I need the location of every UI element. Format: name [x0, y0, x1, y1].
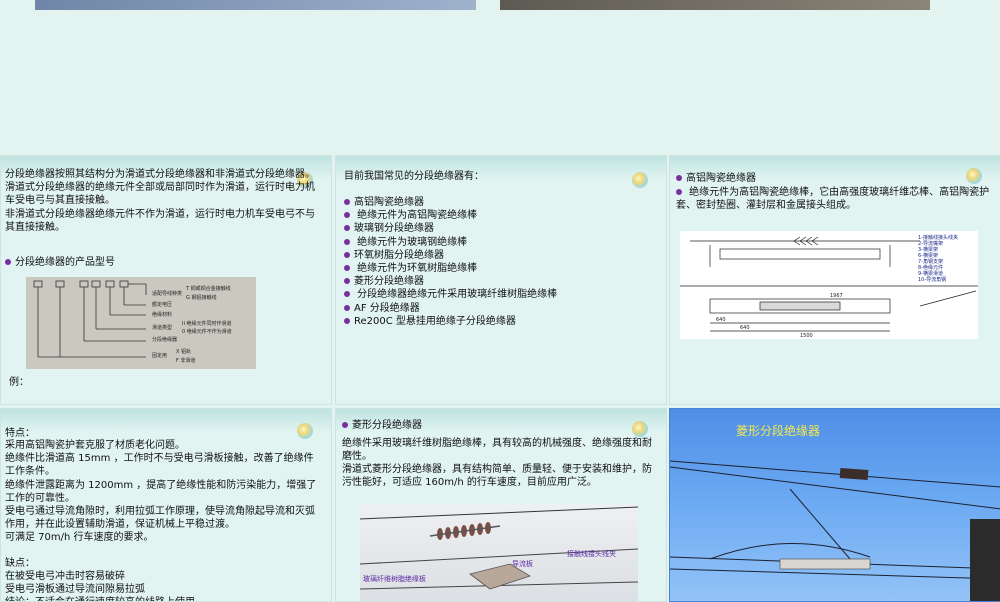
slide-title: 高铝陶瓷绝缘器	[676, 172, 996, 185]
slide-desc: 绝缘元件为高铝陶瓷绝缘棒，它由高强度玻璃纤维芯棒、高铝陶瓷护套、密封垫圈、灌封层…	[676, 187, 990, 212]
slide-1[interactable]: 分段绝缘器按照其结构分为滑道式分段绝缘器和非滑道式分段绝缘器。 滑道式分段绝缘器…	[0, 155, 332, 405]
svg-text:X 铝轨: X 铝轨	[176, 348, 191, 355]
bullet-icon	[342, 422, 348, 428]
top-photo-right	[500, 0, 930, 10]
svg-text:6-横梁架: 6-横梁架	[918, 252, 938, 259]
bullet-icon	[676, 175, 682, 181]
svg-text:滑道类型: 滑道类型	[152, 324, 172, 331]
example-label: 例：	[9, 377, 29, 388]
svg-text:II 绝缘元件同时作滑道: II 绝缘元件同时作滑道	[182, 320, 232, 327]
list-item: 分段绝缘器绝缘元件采用玻璃纤维树脂绝缘棒	[344, 288, 557, 301]
svg-text:2-导流嘴架: 2-导流嘴架	[918, 240, 943, 247]
diamond-insulator-photo: 接触线接头线夹 导流板 玻璃纤维树脂绝缘板	[360, 504, 638, 601]
slide-6[interactable]: 菱形分段绝缘器	[669, 408, 1000, 602]
slide-para-1: 绝缘件采用玻璃纤维树脂绝缘棒，具有较高的机械强度、绝缘强度和耐磨性。	[342, 438, 652, 463]
svg-text:G 钢铝接触线: G 钢铝接触线	[186, 294, 216, 301]
bullet-icon	[344, 212, 350, 219]
bullet-icon	[676, 189, 682, 195]
svg-text:T 铜或铜合金接触线: T 铜或铜合金接触线	[185, 285, 231, 292]
list-item: 玻璃钢分段绝缘器	[344, 222, 557, 235]
bullet-icon	[344, 291, 350, 298]
photo-label-clamp: 接触线接头线夹	[567, 549, 616, 558]
slide-title: 目前我国常见的分段绝缘器有：	[344, 171, 484, 182]
list-item: 绝缘元件为玻璃钢绝缘棒	[344, 236, 557, 249]
slide-para-2: 滑道式菱形分段绝缘器，具有结构简单、质量轻、便于安装和维护，防污性能好，可适应 …	[342, 464, 652, 489]
decor-orb	[632, 421, 648, 437]
photo-label-insulator: 玻璃纤维树脂绝缘板	[363, 574, 426, 583]
model-bullet-text: 分段绝缘器的产品型号	[15, 257, 115, 268]
bullet-icon	[5, 259, 11, 265]
cons-text: 在被受电弓冲击时容易破碎 受电弓滑板通过导流间隙易拉弧 结论：不适合在通行速度较…	[5, 571, 195, 601]
svg-text:分段绝缘器: 分段绝缘器	[152, 336, 177, 343]
svg-text:9-横梁滑道: 9-横梁滑道	[918, 270, 943, 277]
model-diagram: 适配导线种类 T 铜或铜合金接触线 G 钢铝接触线 额定电压 绝缘材料 滑道类型 II…	[26, 277, 256, 369]
decor-orb	[297, 423, 313, 439]
ceramic-insulator-drawing: 1-接触线接头线夹 2-导流嘴架 3-横梁架 6-横梁架 7-角钢支架 8-绝缘元件 …	[680, 231, 978, 339]
svg-text:F 非滑道: F 非滑道	[176, 357, 195, 364]
svg-text:7-角钢支架: 7-角钢支架	[918, 258, 943, 265]
svg-text:8-绝缘元件: 8-绝缘元件	[918, 264, 943, 271]
svg-text:绝缘材料: 绝缘材料	[152, 311, 172, 318]
slide-2[interactable]: 目前我国常见的分段绝缘器有： 高铝陶瓷绝缘器 绝缘元件为高铝陶瓷绝缘棒 玻璃钢分…	[335, 155, 667, 405]
slide-header	[1, 409, 331, 433]
list-item: 绝缘元件为环氧树脂绝缘棒	[344, 262, 557, 275]
photo-label-guide: 导流板	[512, 559, 533, 568]
svg-text:1-接触线接头线夹: 1-接触线接头线夹	[918, 234, 958, 241]
bullet-icon	[344, 317, 350, 324]
bullet-icon	[344, 199, 350, 205]
slide-3[interactable]: 高铝陶瓷绝缘器 绝缘元件为高铝陶瓷绝缘棒，它由高强度玻璃纤维芯棒、高铝陶瓷护套、…	[669, 155, 1000, 405]
bullet-icon	[344, 251, 350, 258]
decor-orb	[632, 172, 648, 188]
bullet-icon	[344, 225, 350, 232]
bullet-icon	[344, 238, 350, 245]
bullet-icon	[344, 265, 350, 272]
svg-text:0 绝缘元件不作为滑道: 0 绝缘元件不作为滑道	[182, 328, 232, 335]
svg-text:额定电压: 额定电压	[152, 301, 172, 308]
features-text: 采用高铝陶瓷护套克服了材质老化问题。 绝缘件比滑道高 15mm ，工作时不与受电…	[5, 440, 317, 544]
svg-text:10-导流角钢: 10-导流角钢	[918, 276, 946, 283]
list-item: AF 分段绝缘器	[344, 302, 557, 315]
slide-intro: 分段绝缘器按照其结构分为滑道式分段绝缘器和非滑道式分段绝缘器。 滑道式分段绝缘器…	[5, 169, 315, 233]
top-strip	[0, 0, 1000, 150]
cons-title: 缺点：	[5, 558, 35, 569]
svg-text:1500: 1500	[800, 333, 813, 339]
model-bullet: 分段绝缘器的产品型号	[5, 256, 305, 269]
svg-text:适配导线种类: 适配导线种类	[152, 290, 182, 297]
svg-text:640: 640	[740, 325, 750, 331]
svg-text:1967: 1967	[830, 293, 843, 299]
bullet-icon	[344, 278, 350, 285]
list-item: 绝缘元件为高铝陶瓷绝缘棒	[344, 209, 557, 222]
slide-title: 菱形分段绝缘器	[342, 419, 422, 432]
insulator-list: 高铝陶瓷绝缘器 绝缘元件为高铝陶瓷绝缘棒 玻璃钢分段绝缘器 绝缘元件为玻璃钢绝缘…	[344, 196, 557, 328]
list-item: 菱形分段绝缘器	[344, 275, 557, 288]
list-item: 环氧树脂分段绝缘器	[344, 249, 557, 262]
list-item: Re200C 型悬挂用绝缘子分段绝缘器	[344, 315, 557, 328]
slide-5[interactable]: 菱形分段绝缘器 绝缘件采用玻璃纤维树脂绝缘棒，具有较高的机械强度、绝缘强度和耐磨…	[335, 408, 667, 602]
overhead-line-photo	[670, 460, 1000, 601]
list-item: 高铝陶瓷绝缘器	[344, 196, 557, 209]
svg-text:640: 640	[716, 317, 726, 323]
bullet-icon	[344, 304, 350, 311]
svg-text:固定用: 固定用	[152, 352, 167, 359]
slide-4[interactable]: 特点： 采用高铝陶瓷护套克服了材质老化问题。 绝缘件比滑道高 15mm ，工作时…	[0, 408, 332, 602]
top-photo-left	[35, 0, 476, 10]
svg-text:3-横梁架: 3-横梁架	[918, 246, 938, 253]
